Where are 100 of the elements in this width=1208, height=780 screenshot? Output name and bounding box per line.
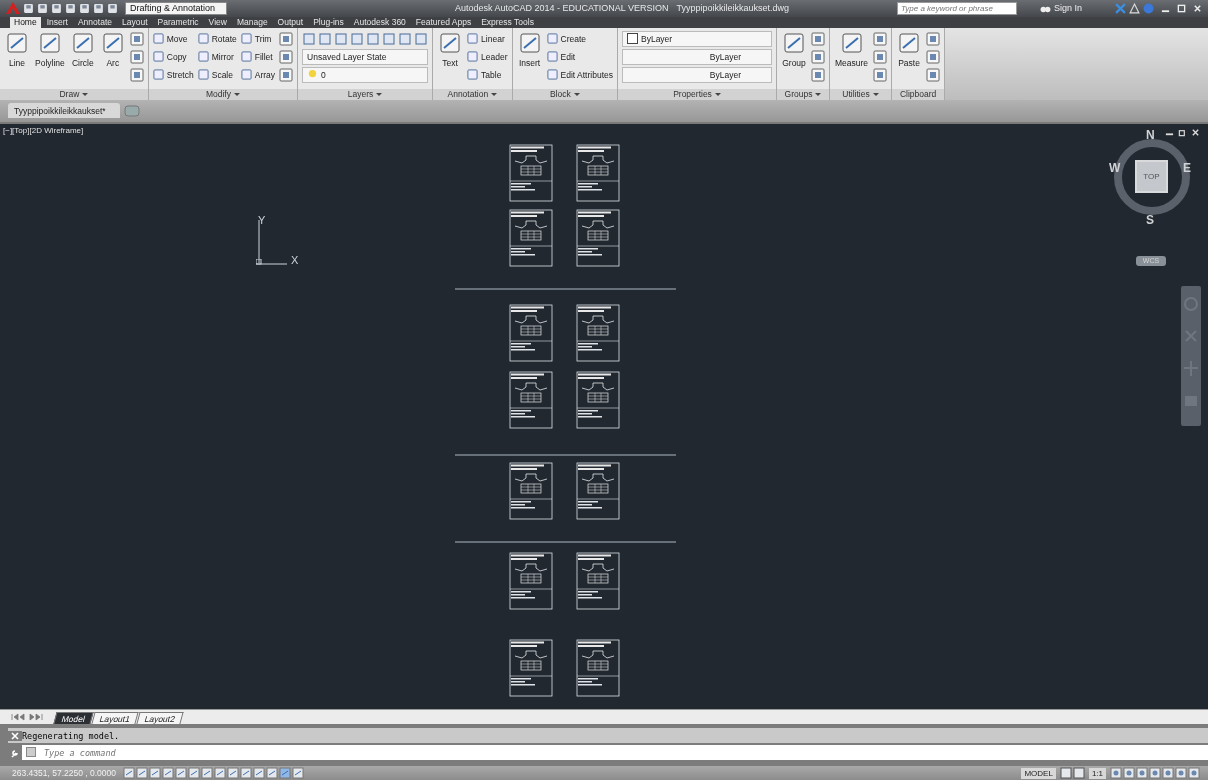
ribbon-tab[interactable]: Annotate: [73, 16, 116, 28]
compass-label[interactable]: N: [1146, 127, 1155, 142]
tool-button[interactable]: Scale: [197, 66, 237, 83]
layout-tab[interactable]: Layout2: [136, 712, 185, 725]
tool-button[interactable]: Mirror: [197, 48, 237, 65]
layer-tool-icon[interactable]: [398, 31, 413, 46]
command-input[interactable]: Type a command: [22, 745, 1208, 761]
tool-button[interactable]: Line: [4, 30, 30, 68]
linetype-dropdown[interactable]: ByLayer: [622, 66, 772, 83]
tool-button[interactable]: Leader: [467, 48, 508, 65]
drafting-toggle-icon[interactable]: [162, 767, 174, 779]
tool-button[interactable]: Circle: [69, 30, 96, 68]
viewport-close-button[interactable]: [1191, 127, 1200, 137]
tool-button[interactable]: Array: [240, 66, 276, 83]
new-tab-icon[interactable]: [123, 104, 140, 117]
panel-title[interactable]: Groups: [777, 88, 829, 100]
tool-icon[interactable]: [279, 31, 294, 46]
layer-tool-icon[interactable]: [350, 31, 365, 46]
tool-button[interactable]: Paste: [896, 30, 923, 68]
layer-tool-icon[interactable]: [414, 31, 429, 46]
toolbar-icon[interactable]: [51, 2, 62, 14]
compass-label[interactable]: E: [1183, 160, 1191, 175]
prompt-icon[interactable]: [26, 747, 38, 758]
tool-button[interactable]: Edit Attributes: [546, 66, 613, 83]
tool-button[interactable]: Group: [781, 30, 807, 68]
ribbon-tab[interactable]: Parametric: [153, 16, 203, 28]
tool-icon[interactable]: [873, 31, 888, 46]
ribbon-tab[interactable]: Express Tools: [477, 16, 538, 28]
tool-icon[interactable]: [129, 67, 144, 82]
drafting-toggle-icon[interactable]: [175, 767, 187, 779]
panel-title[interactable]: Draw: [0, 88, 148, 100]
compass-label[interactable]: S: [1146, 212, 1154, 227]
status-tool-icon[interactable]: [1188, 767, 1200, 779]
viewcube-top-face[interactable]: TOP: [1135, 159, 1168, 193]
compass-label[interactable]: W: [1109, 160, 1121, 175]
layer-tool-icon[interactable]: [366, 31, 381, 46]
ribbon-tab[interactable]: View: [204, 16, 231, 28]
tool-icon[interactable]: [926, 31, 941, 46]
panel-title[interactable]: Properties: [618, 88, 776, 100]
tool-button[interactable]: Edit: [546, 48, 613, 65]
toolbar-icon[interactable]: [37, 2, 48, 14]
tool-button[interactable]: Trim: [240, 30, 276, 47]
tool-icon[interactable]: [811, 67, 825, 82]
color-dropdown[interactable]: ByLayer: [622, 30, 772, 47]
tool-icon[interactable]: [926, 67, 941, 82]
tool-button[interactable]: Fillet: [240, 48, 276, 65]
status-tool-icon[interactable]: [1123, 767, 1135, 779]
toolbar-icon[interactable]: [107, 2, 118, 14]
layer-tool-icon[interactable]: [382, 31, 397, 46]
drafting-toggle-icon[interactable]: [136, 767, 148, 779]
status-tool-icon[interactable]: [1136, 767, 1148, 779]
toolbar-icon[interactable]: [65, 2, 76, 14]
panel-title[interactable]: Clipboard: [892, 88, 945, 100]
maximize-button[interactable]: [1177, 3, 1186, 13]
viewport-toggle-icon[interactable]: [1072, 767, 1085, 779]
status-tool-icon[interactable]: [1162, 767, 1174, 779]
layout-tab[interactable]: Layout1: [91, 712, 139, 725]
drafting-toggle-icon[interactable]: [188, 767, 200, 779]
tool-icon[interactable]: [873, 67, 888, 82]
toolbar-icon[interactable]: [23, 2, 34, 14]
status-tool-icon[interactable]: [1149, 767, 1161, 779]
drafting-toggle-icon[interactable]: [149, 767, 161, 779]
tool-button[interactable]: Measure: [834, 30, 870, 68]
status-tool-icon[interactable]: [1110, 767, 1122, 779]
linetype-dropdown[interactable]: ByLayer: [622, 48, 772, 65]
ribbon-tab[interactable]: Home: [10, 16, 41, 28]
tool-button[interactable]: Move: [152, 30, 194, 47]
workspace-dropdown[interactable]: Drafting & Annotation: [125, 1, 227, 15]
ribbon-tab[interactable]: Layout: [118, 16, 152, 28]
tool-button[interactable]: Text: [437, 30, 464, 68]
viewport-toggle-icon[interactable]: [1059, 767, 1072, 779]
tool-icon[interactable]: [811, 49, 825, 64]
tool-button[interactable]: Stretch: [152, 66, 194, 83]
panel-title[interactable]: Annotation: [433, 88, 512, 100]
tool-button[interactable]: Linear: [467, 30, 508, 47]
ribbon-tab[interactable]: Manage: [232, 16, 272, 28]
ribbon-tab[interactable]: Output: [273, 16, 308, 28]
ribbon-tab[interactable]: Featured Apps: [411, 16, 476, 28]
tool-button[interactable]: Table: [467, 66, 508, 83]
layer-tool-icon[interactable]: [334, 31, 349, 46]
triangle-icon[interactable]: [1129, 2, 1140, 14]
layer-state-dropdown[interactable]: Unsaved Layer State: [302, 48, 429, 65]
panel-title[interactable]: Modify: [148, 88, 298, 100]
panel-title[interactable]: Block: [512, 88, 617, 100]
layer-tool-icon[interactable]: [318, 31, 333, 46]
drafting-toggle-icon[interactable]: [227, 767, 239, 779]
ribbon-tab[interactable]: Autodesk 360: [349, 16, 410, 28]
tool-icon[interactable]: [129, 49, 144, 64]
search-field[interactable]: Type a keyword or phrase: [896, 1, 1017, 15]
tool-icon[interactable]: [811, 31, 825, 46]
ribbon-tab[interactable]: Insert: [42, 16, 72, 28]
toolbar-icon[interactable]: [93, 2, 104, 14]
tool-button[interactable]: Polyline: [34, 30, 66, 68]
drafting-toggle-icon[interactable]: [253, 767, 265, 779]
drafting-toggle-icon[interactable]: [214, 767, 226, 779]
sign-in-button[interactable]: Sign In: [1053, 3, 1082, 14]
viewport-restore-button[interactable]: [1178, 127, 1187, 137]
ribbon-tab[interactable]: Plug-ins: [309, 16, 348, 28]
toolbar-icon[interactable]: [79, 2, 90, 14]
tool-icon[interactable]: [926, 49, 941, 64]
